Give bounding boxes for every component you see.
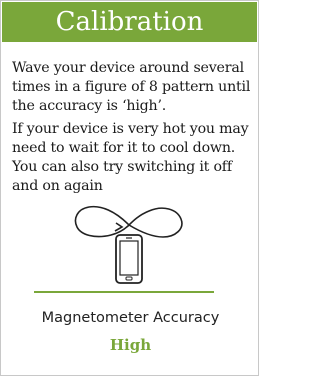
calibration-dialog: Calibration Wave your device around seve… [0,0,259,376]
instruction-paragraph-1: Wave your device around several times in… [12,60,251,114]
instruction-paragraph-2: If your device is very hot you may need … [12,121,249,194]
accuracy-label: Magnetometer Accuracy [41,310,220,326]
dialog-title: Calibration [2,2,257,42]
figure-eight-phone-icon [74,205,183,284]
divider [34,291,214,293]
accuracy-value: High [109,336,152,354]
